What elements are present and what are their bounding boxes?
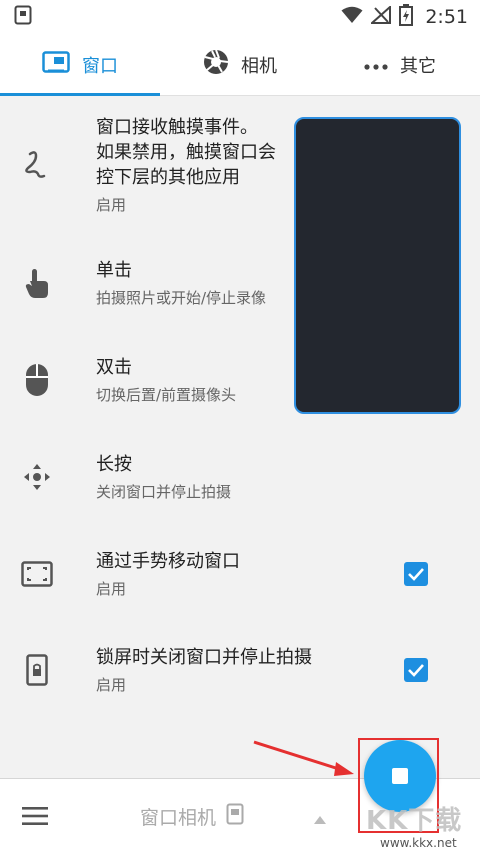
camera-aperture-icon <box>203 49 229 80</box>
setting-subtitle: 启用 <box>96 676 127 695</box>
setting-title: 窗口接收触摸事件。 如果禁用，触摸窗口会 控下层的其他应用 <box>96 116 276 189</box>
setting-long-press[interactable]: 长按 关闭窗口并停止拍摄 <box>0 428 480 526</box>
menu-icon[interactable] <box>0 807 70 825</box>
bottom-title: 窗口相机 <box>140 803 244 830</box>
window-icon <box>42 51 70 78</box>
battery-icon <box>399 4 414 30</box>
setting-subtitle: 关闭窗口并停止拍摄 <box>96 483 232 502</box>
check-icon <box>408 664 424 677</box>
triangle-up-icon[interactable] <box>314 809 326 828</box>
tap-icon <box>20 266 54 300</box>
wifi-icon <box>341 6 363 28</box>
setting-title: 双击 <box>96 356 132 378</box>
annotation-arrow <box>253 740 354 776</box>
setting-subtitle: 启用 <box>96 196 127 215</box>
setting-gesture-move[interactable]: 通过手势移动窗口 启用 <box>0 526 480 622</box>
setting-subtitle: 切换后置/前置摄像头 <box>96 386 237 405</box>
check-icon <box>408 568 424 581</box>
touch-gesture-icon <box>20 148 54 182</box>
tab-window[interactable]: 窗口 <box>0 34 160 96</box>
setting-lockscreen-close[interactable]: 锁屏时关闭窗口并停止拍摄 启用 <box>0 622 480 718</box>
setting-subtitle: 拍摄照片或开始/停止录像 <box>96 289 267 308</box>
move-icon <box>20 460 54 494</box>
gesture-move-checkbox[interactable] <box>404 562 428 586</box>
phone-window-icon <box>226 803 244 830</box>
setting-title: 通过手势移动窗口 <box>96 550 240 572</box>
tab-other-label: 其它 <box>400 55 436 77</box>
tab-window-label: 窗口 <box>82 55 118 77</box>
tab-bar: 窗口 相机 其它 <box>0 34 480 96</box>
setting-title: 长按 <box>96 453 132 475</box>
watermark-url: www.kkx.net <box>380 836 457 850</box>
floating-camera-preview[interactable] <box>294 117 461 414</box>
lockscreen-close-checkbox[interactable] <box>404 658 428 682</box>
status-time: 2:51 <box>425 6 468 28</box>
setting-subtitle: 启用 <box>96 580 127 599</box>
watermark-logo: KK下载 <box>366 806 463 836</box>
fullscreen-icon <box>20 557 54 591</box>
status-bar: 2:51 <box>0 0 480 34</box>
tab-camera-label: 相机 <box>241 55 277 77</box>
bottom-title-text: 窗口相机 <box>140 806 217 829</box>
signal-icon <box>369 4 392 28</box>
tab-other[interactable]: 其它 <box>320 34 480 95</box>
app-notification-icon <box>14 5 32 29</box>
mouse-icon <box>20 363 54 397</box>
more-dots-icon <box>364 54 388 75</box>
setting-title: 单击 <box>96 259 132 281</box>
setting-title: 锁屏时关闭窗口并停止拍摄 <box>96 646 312 668</box>
lock-phone-icon <box>20 653 54 687</box>
tab-camera[interactable]: 相机 <box>160 34 320 95</box>
